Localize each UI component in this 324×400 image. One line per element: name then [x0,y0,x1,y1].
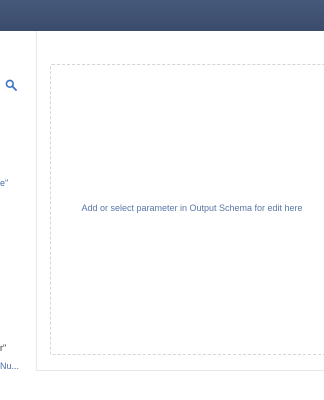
parameter-editor-placeholder: Add or select parameter in Output Schema… [50,64,324,355]
bottom-divider [36,370,324,371]
schema-item-fragment-2[interactable]: r" [0,343,6,353]
output-schema-panel [0,31,37,370]
search-icon[interactable] [5,78,17,91]
schema-item-fragment-3[interactable]: Nu... [0,361,19,371]
schema-item-fragment-1[interactable]: e" [0,178,8,188]
editor-empty-hint: Add or select parameter in Output Schema… [81,203,303,213]
top-header-bar [0,0,324,31]
